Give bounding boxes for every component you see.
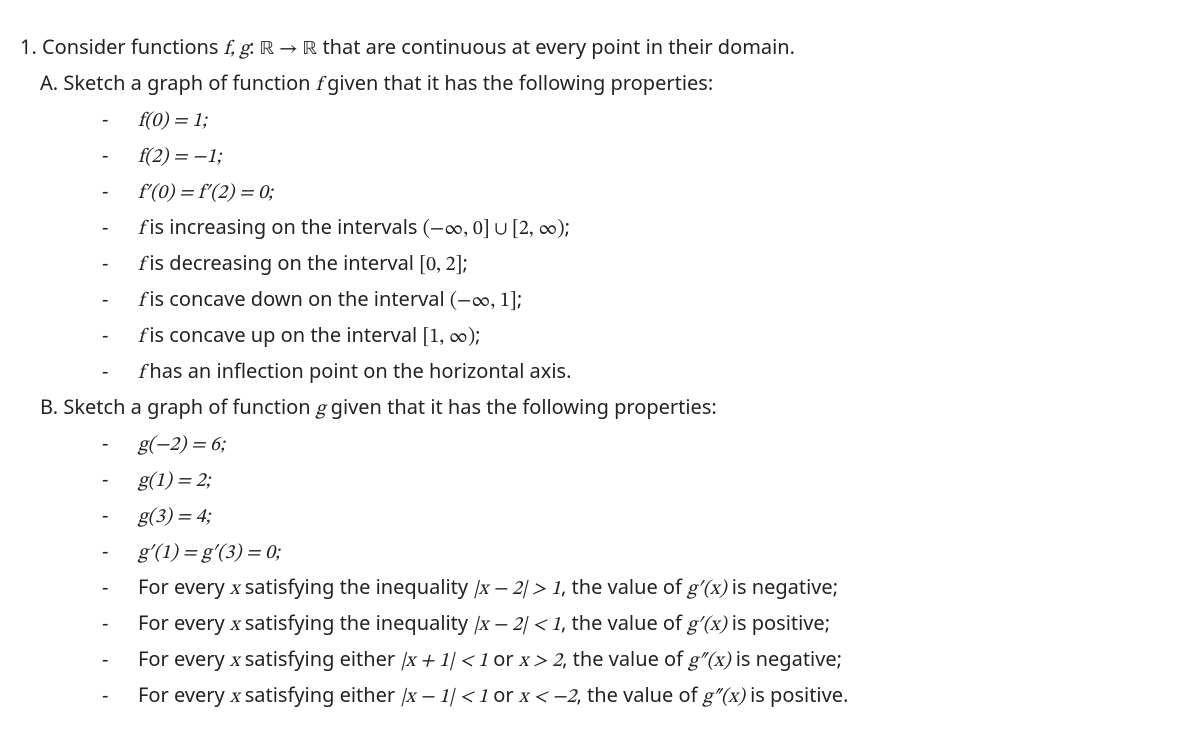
q1-R2: ℝ: [303, 39, 318, 59]
B8-pre: For every: [138, 681, 230, 708]
B-item-5: -For every x satisfying the inequality |…: [120, 570, 1180, 606]
q1-fg: f, g: [224, 39, 249, 59]
B2-expr: g(1) = 2;: [138, 471, 210, 491]
question-1: 1. Consider functions f, g: ℝ → ℝ that a…: [20, 30, 1180, 66]
B7-expr: |x + 1| < 1: [400, 651, 488, 671]
B5-x: x: [230, 579, 240, 599]
B8-mid: satisfying either: [240, 681, 401, 708]
A7-mid: is concave up on the interval: [144, 321, 422, 348]
A-item-3: -f′(0) = f′(2) = 0;: [120, 174, 1180, 210]
B5-expr: |x − 2| > 1: [473, 579, 561, 599]
B-lead-post: given that it has the following properti…: [325, 393, 716, 420]
B8-expr: |x − 1| < 1: [400, 687, 488, 707]
B-item-6: -For every x satisfying the inequality |…: [120, 606, 1180, 642]
B7-pre: For every: [138, 645, 230, 672]
B8-post: is positive.: [745, 681, 848, 708]
A-item-2: -f(2) = −1;: [120, 138, 1180, 174]
B6-pre: For every: [138, 609, 230, 636]
B5-fn: g′(x): [687, 579, 726, 599]
B-item-3: -g(3) = 4;: [120, 498, 1180, 534]
B5-mid2: , the value of: [561, 573, 687, 600]
B8-or: or: [488, 681, 519, 708]
A7-post: ;: [475, 321, 480, 348]
B7-post: is negative;: [731, 645, 842, 672]
A5-post: ;: [463, 249, 468, 276]
B-lead-pre: B. Sketch a graph of function: [40, 393, 316, 420]
B7-x: x: [230, 651, 240, 671]
part-A-lead: A. Sketch a graph of function f given th…: [40, 66, 1180, 102]
A6-post: ;: [517, 285, 522, 312]
B7-mid: satisfying either: [240, 645, 401, 672]
A4-post: ;: [565, 213, 570, 240]
B-item-4: -g′(1) = g′(3) = 0;: [120, 534, 1180, 570]
B-lead-g: g: [316, 399, 326, 419]
B8-mid2: , the value of: [576, 681, 702, 708]
A-item-6: -f is concave down on the interval (−∞, …: [120, 282, 1180, 318]
q1-R1: ℝ: [260, 39, 275, 59]
A-item-1: -f(0) = 1;: [120, 102, 1180, 138]
q1-intro-post: that are continuous at every point in th…: [317, 33, 795, 60]
A6-expr: (−∞, 1]: [450, 291, 517, 311]
A6-mid: is concave down on the interval: [144, 285, 450, 312]
B-item-8: -For every x satisfying either |x − 1| <…: [120, 678, 1180, 714]
A4-mid: is increasing on the intervals: [144, 213, 423, 240]
B8-x: x: [230, 687, 240, 707]
A4-expr: (−∞, 0] ∪ [2, ∞): [423, 219, 565, 239]
B6-x: x: [230, 615, 240, 635]
A-item-7: -f is concave up on the interval [1, ∞);: [120, 318, 1180, 354]
q1-arrow: →: [274, 39, 302, 59]
q1-intro-pre: 1. Consider functions: [20, 33, 224, 60]
B4-expr: g′(1) = g′(3) = 0;: [138, 543, 280, 563]
A-item-1-expr: f(0) = 1;: [138, 111, 207, 131]
A-lead-pre: A. Sketch a graph of function: [40, 69, 316, 96]
B-item-1: -g(−2) = 6;: [120, 426, 1180, 462]
B6-post: is positive;: [727, 609, 830, 636]
B5-pre: For every: [138, 573, 230, 600]
B5-mid: satisfying the inequality: [240, 573, 474, 600]
A-item-2-expr: f(2) = −1;: [138, 147, 221, 167]
A-lead-post: given that it has the following properti…: [322, 69, 713, 96]
A-item-5: -f is decreasing on the interval [0, 2];: [120, 246, 1180, 282]
B1-expr: g(−2) = 6;: [138, 435, 225, 455]
B7-fn: g″(x): [688, 651, 730, 671]
B5-post: is negative;: [727, 573, 838, 600]
B7-expr2: x > 2: [519, 651, 562, 671]
B6-expr: |x − 2| < 1: [473, 615, 561, 635]
B6-fn: g′(x): [687, 615, 726, 635]
A8-mid: has an inflection point on the horizonta…: [144, 357, 571, 384]
B3-expr: g(3) = 4;: [138, 507, 210, 527]
B6-mid2: , the value of: [561, 609, 687, 636]
A5-expr: [0, 2]: [419, 255, 462, 275]
part-B-lead: B. Sketch a graph of function g given th…: [40, 390, 1180, 426]
A5-mid: is decreasing on the interval: [144, 249, 419, 276]
q1-colon: :: [249, 33, 260, 60]
A7-expr: [1, ∞): [422, 327, 475, 347]
B8-expr2: x < −2: [519, 687, 577, 707]
B7-mid2: , the value of: [562, 645, 688, 672]
A-item-8: -f has an inflection point on the horizo…: [120, 354, 1180, 390]
B7-or: or: [488, 645, 519, 672]
A-item-3-expr: f′(0) = f′(2) = 0;: [138, 183, 273, 203]
A-item-4: -f is increasing on the intervals (−∞, 0…: [120, 210, 1180, 246]
B6-mid: satisfying the inequality: [240, 609, 474, 636]
B-item-7: -For every x satisfying either |x + 1| <…: [120, 642, 1180, 678]
B8-fn: g″(x): [703, 687, 745, 707]
B-item-2: -g(1) = 2;: [120, 462, 1180, 498]
